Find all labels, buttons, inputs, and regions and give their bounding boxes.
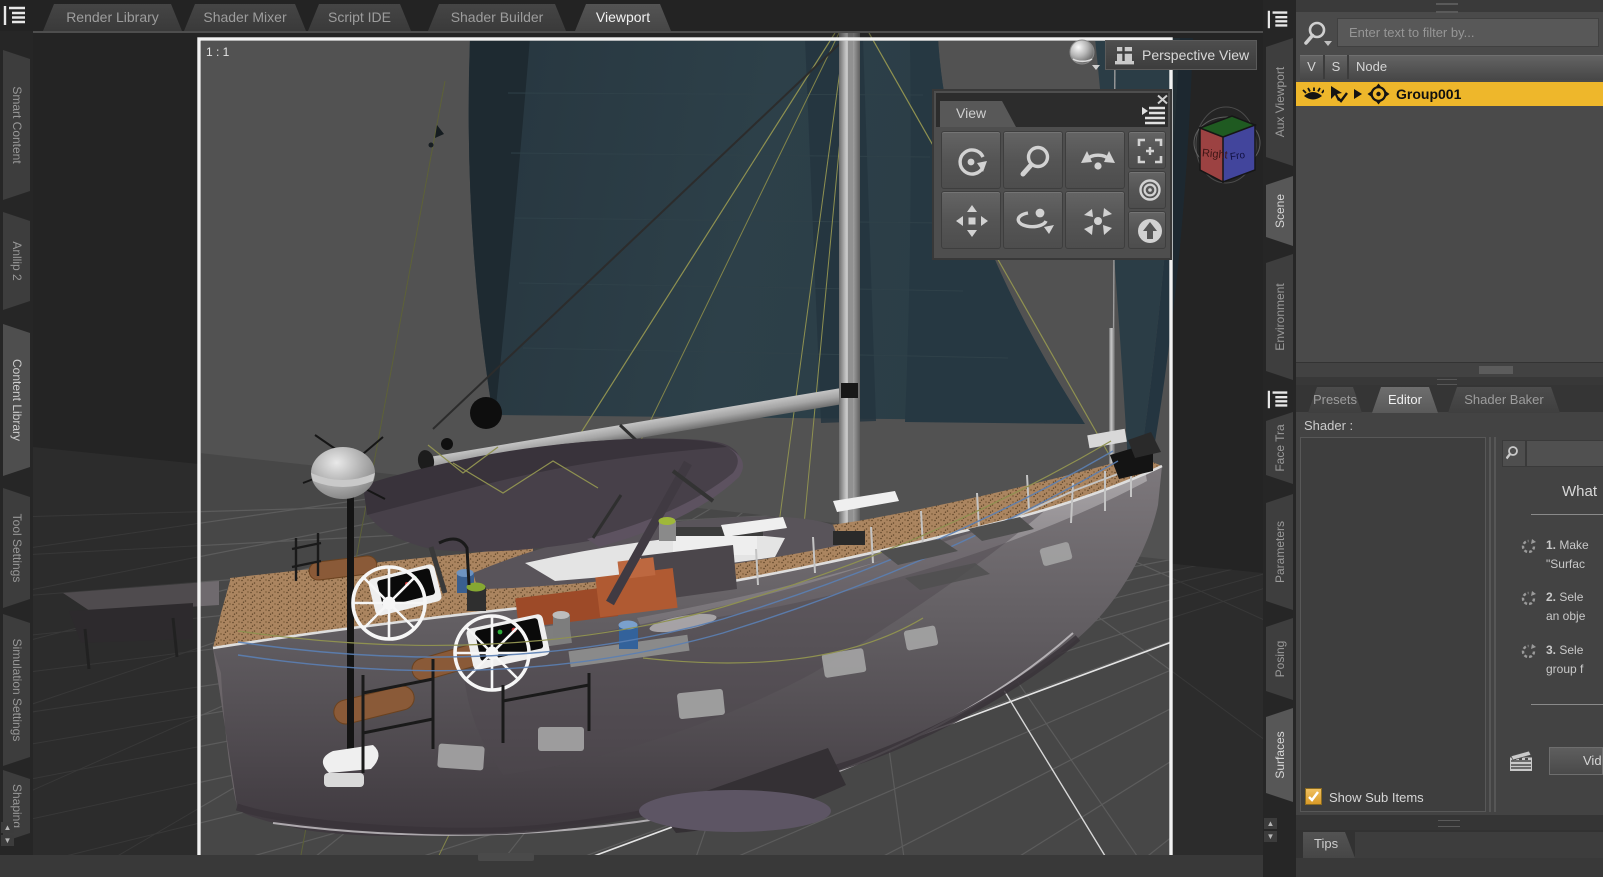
- svg-text:Fro: Fro: [1229, 150, 1246, 163]
- svg-text:Right: Right: [1202, 147, 1229, 161]
